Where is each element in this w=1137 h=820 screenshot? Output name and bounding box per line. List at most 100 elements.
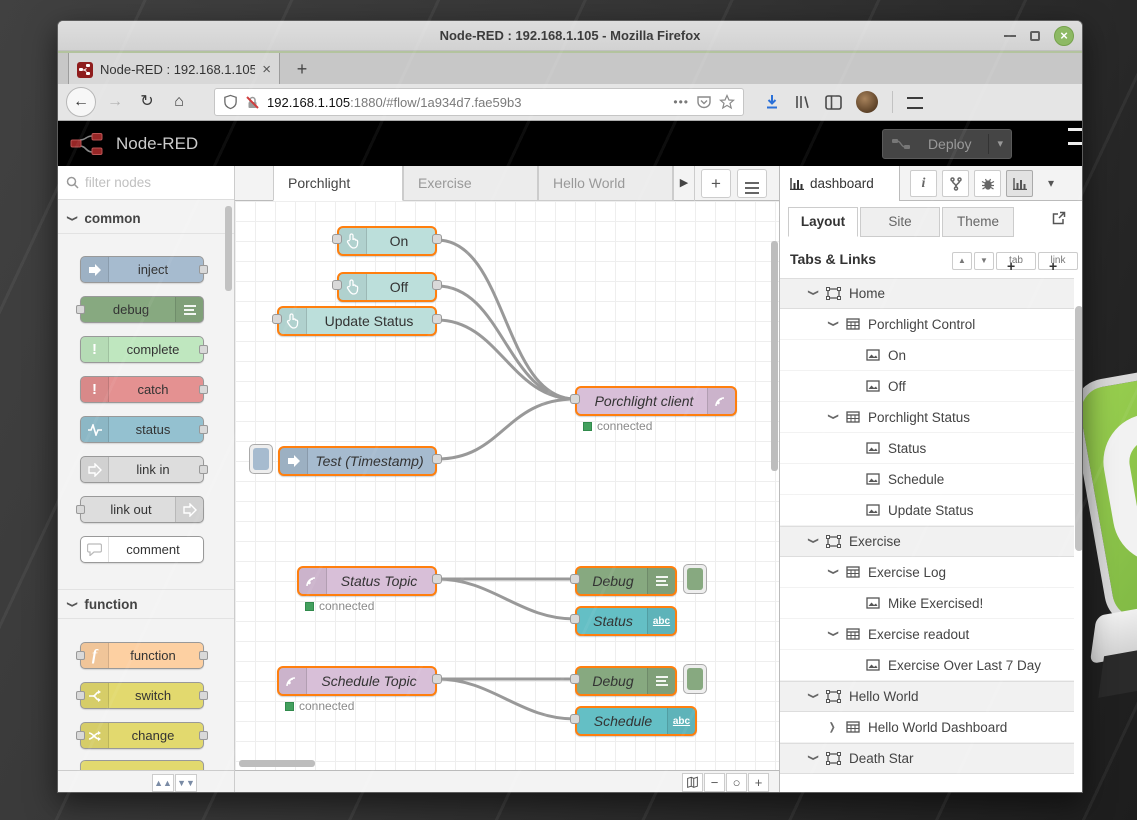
new-tab-button[interactable]: + [290, 58, 314, 82]
zoom-out-button[interactable]: − [704, 773, 725, 792]
node-debug-status[interactable]: Debug [575, 566, 677, 596]
url-bar[interactable]: 192.168.1.105:1880/#flow/1a934d7.fae59b3… [214, 88, 744, 116]
tree-item-status[interactable]: Status [780, 433, 1074, 464]
flow-tab-hello-world[interactable]: Hello World [538, 166, 673, 201]
tree-item-off[interactable]: Off [780, 371, 1074, 402]
palette-node-debug[interactable]: debug [80, 296, 204, 323]
palette-category-function[interactable]: ❭ function [58, 589, 234, 619]
tree-item-update-status[interactable]: Update Status [780, 495, 1074, 526]
node-porchlight-client[interactable]: Porchlight client [575, 386, 737, 416]
forward-button[interactable]: → [102, 89, 128, 115]
chevron-icon[interactable]: ❭ [808, 537, 819, 547]
palette-node-comment[interactable]: comment [80, 536, 204, 563]
library-icon[interactable] [794, 94, 811, 110]
output-port[interactable] [432, 314, 442, 324]
tree-item-exercise-log[interactable]: ❭ Exercise Log [780, 557, 1074, 588]
zoom-reset-button[interactable]: ○ [726, 773, 747, 792]
page-actions-icon[interactable]: ••• [673, 95, 689, 109]
input-port[interactable] [332, 280, 342, 290]
home-button[interactable]: ⌂ [166, 89, 192, 115]
sidebar-scrollbar[interactable] [1075, 306, 1083, 551]
palette-node-status[interactable]: status [80, 416, 204, 443]
palette-node-link-out[interactable]: link out [80, 496, 204, 523]
window-titlebar[interactable]: Node-RED : 192.168.1.105 - Mozilla Firef… [58, 21, 1082, 51]
sidebar-tabs-caret-icon[interactable]: ▾ [1048, 176, 1054, 190]
navigator-icon[interactable] [682, 773, 703, 792]
node-test-timestamp[interactable]: Test (Timestamp) [278, 446, 437, 476]
palette-node-function[interactable]: f function [80, 642, 204, 669]
palette-search[interactable]: filter nodes [58, 166, 234, 200]
tree-item-death-star[interactable]: ❭ Death Star [780, 743, 1074, 774]
tree-item-hello-world-dashboard[interactable]: ❭ Hello World Dashboard [780, 712, 1074, 743]
palette-node-complete[interactable]: ! complete [80, 336, 204, 363]
palette-node-link-in[interactable]: link in [80, 456, 204, 483]
input-port[interactable] [570, 394, 580, 404]
tree-item-mike-exercised[interactable]: Mike Exercised! [780, 588, 1074, 619]
chevron-icon[interactable]: ❭ [828, 629, 839, 639]
profile-avatar[interactable] [856, 91, 878, 113]
palette-node-catch[interactable]: ! catch [80, 376, 204, 403]
insecure-lock-icon[interactable] [245, 95, 260, 110]
sidebar-tab-dashboard[interactable]: dashboard [780, 166, 900, 201]
node-status-text[interactable]: abc Status [575, 606, 677, 636]
input-port[interactable] [570, 674, 580, 684]
add-link-button[interactable]: + link [1038, 252, 1078, 270]
debug-toggle-button[interactable] [683, 664, 707, 694]
tab-site[interactable]: Site [860, 207, 940, 237]
deploy-button[interactable]: Deploy ▾ [882, 129, 1012, 159]
zoom-in-button[interactable]: + [748, 773, 769, 792]
input-port[interactable] [570, 714, 580, 724]
tree-item-on[interactable]: On [780, 340, 1074, 371]
shield-icon[interactable] [223, 94, 238, 110]
output-port[interactable] [432, 234, 442, 244]
palette-node-inject[interactable]: inject [80, 256, 204, 283]
tree-item-hello-world[interactable]: ❭ Hello World [780, 681, 1074, 712]
node-off[interactable]: Off [337, 272, 437, 302]
url-text[interactable]: 192.168.1.105:1880/#flow/1a934d7.fae59b3 [267, 95, 666, 110]
tab-theme[interactable]: Theme [942, 207, 1014, 237]
node-schedule-topic[interactable]: Schedule Topic [277, 666, 437, 696]
collapse-all-button[interactable]: ▲ [952, 252, 972, 270]
canvas-horizontal-scrollbar[interactable] [239, 760, 315, 767]
chevron-icon[interactable]: ❭ [828, 319, 839, 329]
expand-all-button[interactable]: ▼▼ [175, 774, 197, 792]
inject-button[interactable] [249, 444, 273, 474]
chevron-icon[interactable]: ❭ [808, 692, 819, 702]
node-update-status[interactable]: Update Status [277, 306, 437, 336]
chevron-icon[interactable]: ❭ [828, 722, 838, 733]
reload-button[interactable]: ↻ [134, 89, 160, 115]
sidebar-tab-debug[interactable] [974, 170, 1001, 197]
palette-category-common[interactable]: ❭ common [58, 204, 234, 234]
maximize-button[interactable] [1030, 31, 1040, 41]
canvas-vertical-scrollbar[interactable] [771, 241, 778, 471]
input-port[interactable] [272, 314, 282, 324]
sidebar-tab-info[interactable]: i [910, 170, 937, 197]
node-debug-schedule[interactable]: Debug [575, 666, 677, 696]
back-button[interactable]: ← [66, 87, 96, 117]
tree-item-porchlight-control[interactable]: ❭ Porchlight Control [780, 309, 1074, 340]
tab-layout[interactable]: Layout [788, 207, 858, 237]
flow-list-button[interactable] [737, 169, 767, 198]
deploy-caret-icon[interactable]: ▾ [988, 134, 1003, 154]
chevron-icon[interactable]: ❭ [828, 412, 839, 422]
flow-canvas[interactable]: On Off [235, 201, 779, 770]
output-port[interactable] [432, 280, 442, 290]
chevron-icon[interactable]: ❭ [828, 567, 839, 577]
palette-node-switch[interactable]: switch [80, 682, 204, 709]
tree-item-porchlight-status[interactable]: ❭ Porchlight Status [780, 402, 1074, 433]
minimize-button[interactable] [1004, 35, 1016, 37]
tree-item-home[interactable]: ❭ Home [780, 278, 1074, 309]
node-status-topic[interactable]: Status Topic [297, 566, 437, 596]
tree-item-exercise[interactable]: ❭ Exercise [780, 526, 1074, 557]
tree-item-exercise-over-last-7-days[interactable]: Exercise Over Last 7 Day [780, 650, 1074, 681]
browser-tab[interactable]: Node-RED : 192.168.1.105 × [68, 53, 280, 86]
input-port[interactable] [570, 574, 580, 584]
debug-toggle-button[interactable] [683, 564, 707, 594]
output-port[interactable] [432, 574, 442, 584]
palette-node-change[interactable]: change [80, 722, 204, 749]
tree-item-schedule[interactable]: Schedule [780, 464, 1074, 495]
node-on[interactable]: On [337, 226, 437, 256]
add-flow-button[interactable]: + [701, 169, 731, 198]
sidebar-tab-dashboard-icon[interactable] [1006, 170, 1033, 197]
chevron-icon[interactable]: ❭ [808, 754, 819, 764]
